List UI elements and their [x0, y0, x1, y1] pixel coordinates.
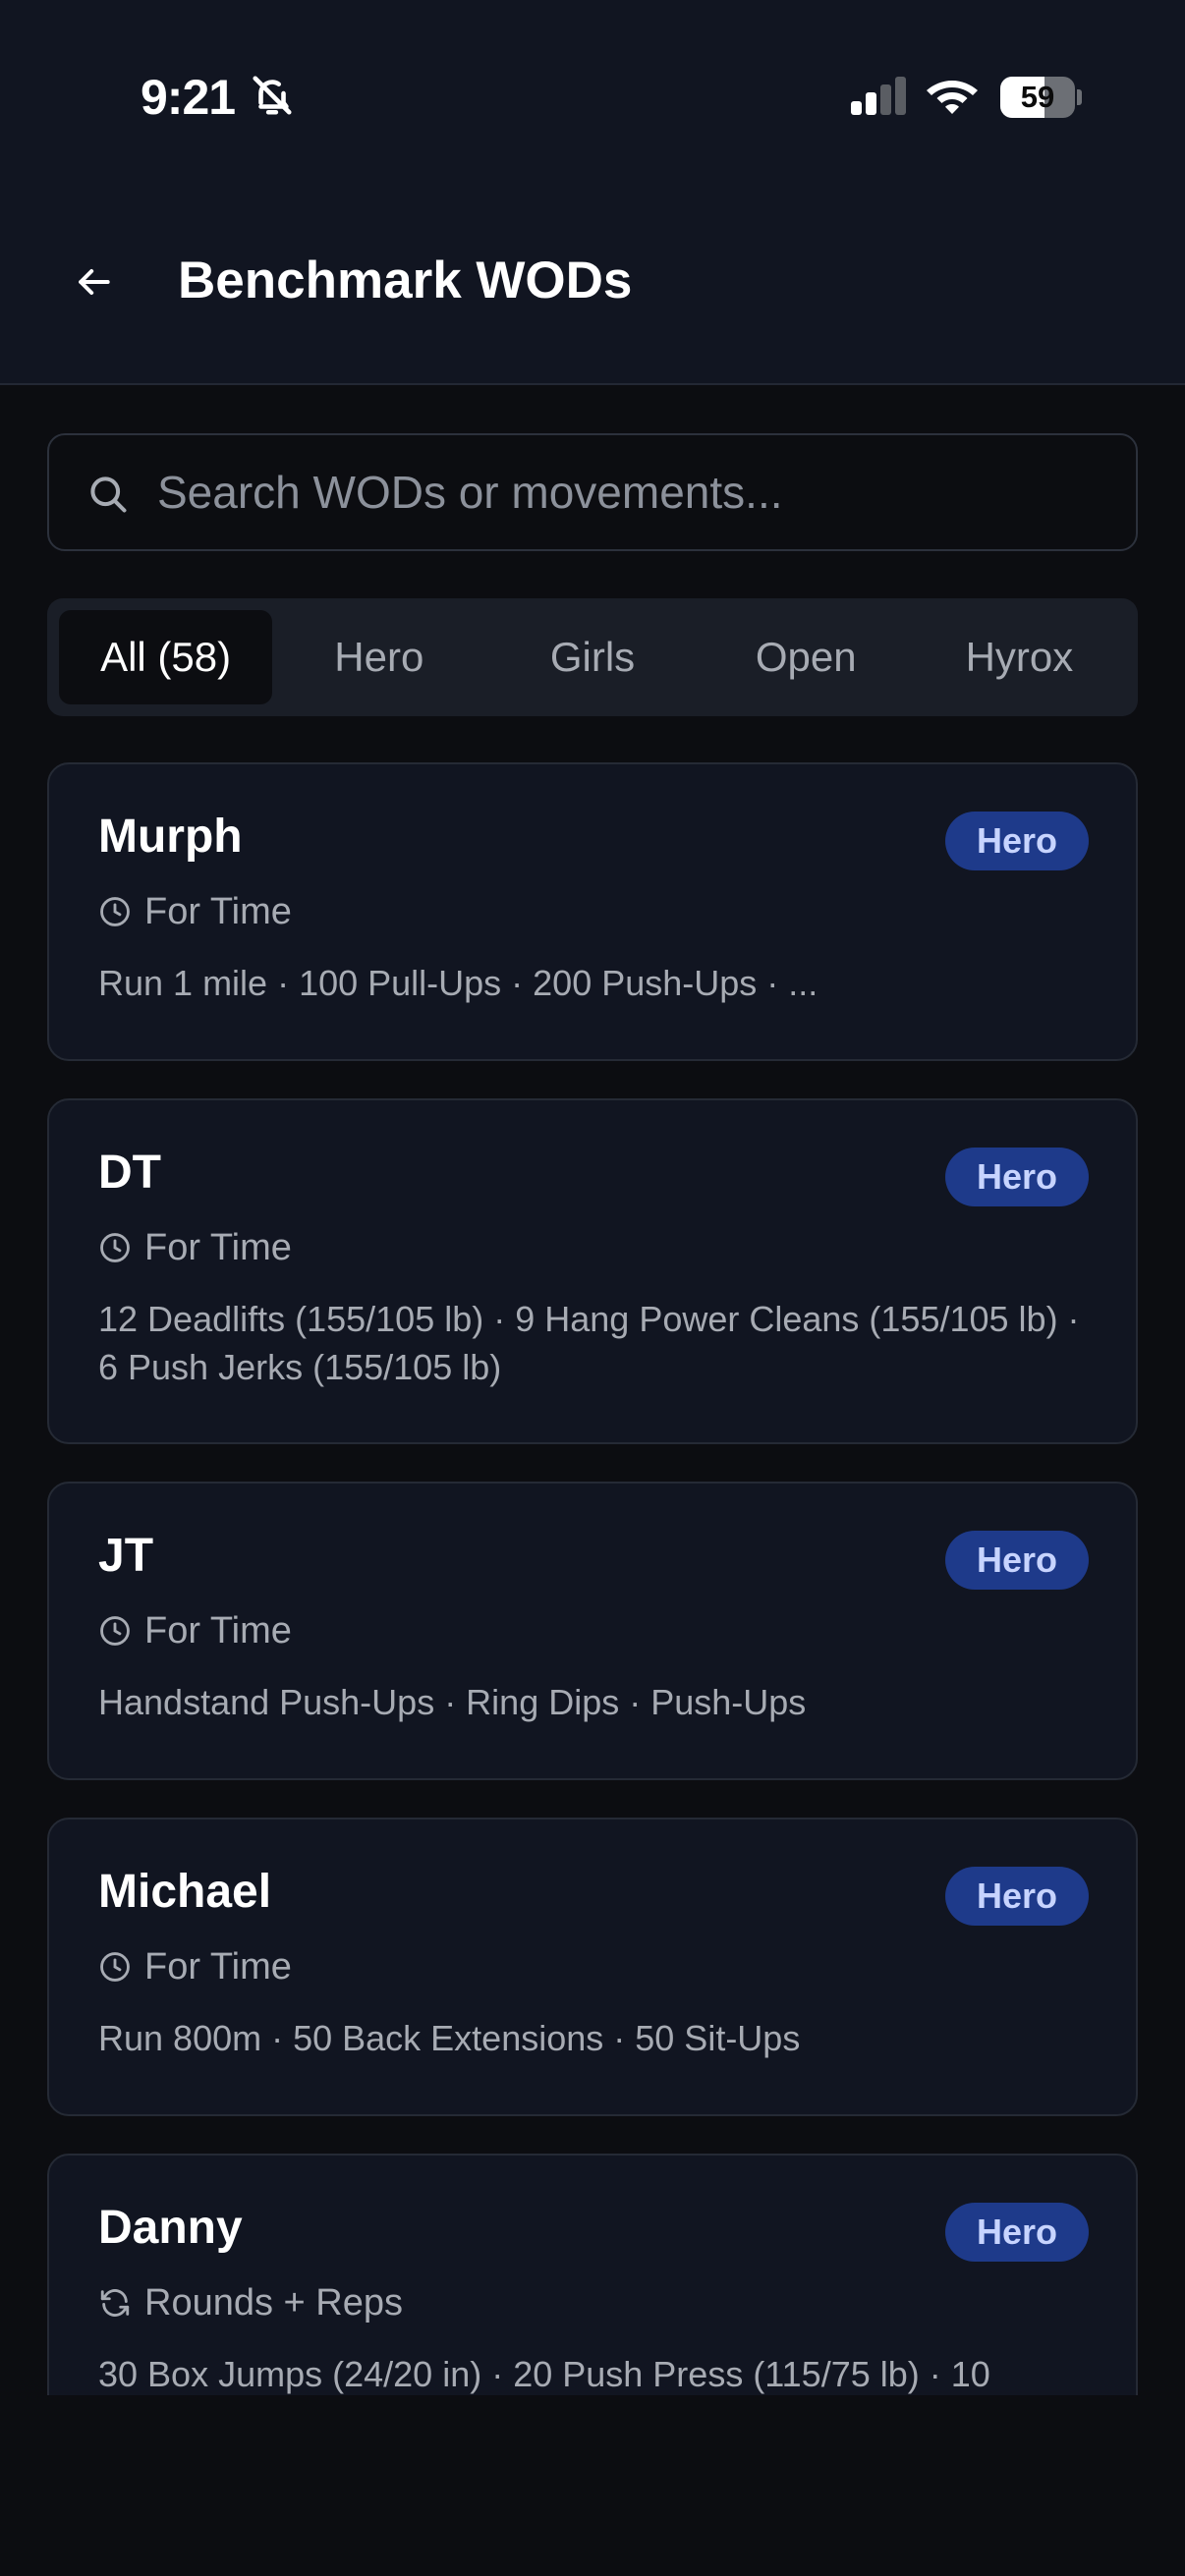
wod-name: DT [98, 1147, 161, 1199]
wod-name: Murph [98, 811, 243, 863]
battery-icon: 59 [1000, 77, 1082, 118]
category-badge: Hero [944, 1148, 1089, 1206]
tab-hyrox[interactable]: Hyrox [913, 610, 1126, 704]
app-screen: 9:21 59 Benchmark WODs Search WODs or mo… [0, 0, 1185, 2576]
clock-icon [100, 1952, 130, 1982]
wod-movements: Run 800m · 50 Back Extensions · 50 Sit-U… [98, 2018, 801, 2058]
wifi-icon [927, 81, 978, 114]
tab-all[interactable]: All (58) [59, 610, 273, 704]
wod-movements: Run 1 mile · 100 Pull-Ups · 200 Push-Ups… [98, 963, 818, 1003]
search-input[interactable] [157, 435, 1100, 549]
wod-type-label: For Time [144, 890, 292, 932]
tab-girls[interactable]: Girls [485, 610, 699, 704]
search-box [47, 433, 1138, 551]
category-badge: Hero [944, 1531, 1089, 1590]
status-time: 9:21 [141, 70, 236, 125]
wod-card-murph[interactable]: Murph Hero For Time Run 1 mile · 100 Pul… [47, 762, 1138, 1061]
top-bar: 9:21 59 Benchmark WODs [0, 0, 1185, 385]
wod-movements: 30 Box Jumps (24/20 in) · 20 Push Press … [98, 2354, 990, 2394]
category-badge: Hero [944, 812, 1089, 870]
bell-slash-icon [253, 76, 292, 115]
wod-name: Michael [98, 1866, 272, 1918]
wod-card-danny[interactable]: Danny Hero Rounds + Reps 30 Box Jumps (2… [47, 2154, 1138, 2395]
tab-hero[interactable]: Hero [272, 610, 485, 704]
back-button[interactable] [59, 248, 128, 316]
wod-card-dt[interactable]: DT Hero For Time 12 Deadlifts (155/105 l… [47, 1098, 1138, 1444]
wod-movements: Handstand Push-Ups · Ring Dips · Push-Up… [98, 1682, 807, 1722]
category-badge: Hero [944, 1867, 1089, 1926]
category-tabs: All (58) Hero Girls Open Hyrox [47, 598, 1138, 716]
search-icon [90, 476, 127, 513]
wod-name: JT [98, 1530, 154, 1582]
wod-type: For Time [98, 1943, 292, 1990]
wod-type-label: For Time [144, 1609, 292, 1652]
wod-type: Rounds + Reps [98, 2279, 403, 2326]
wod-type: For Time [98, 1224, 292, 1271]
clock-icon [100, 897, 130, 926]
wod-name: Danny [98, 2202, 243, 2254]
category-badge: Hero [944, 2203, 1089, 2262]
wod-type-label: For Time [144, 1226, 292, 1268]
bottom-safe-area [0, 2395, 1185, 2576]
clock-icon [100, 1616, 130, 1646]
refresh-icon [100, 2289, 130, 2317]
battery-percent: 59 [1020, 80, 1055, 114]
clock-icon [100, 1233, 130, 1262]
tab-open[interactable]: Open [700, 610, 913, 704]
wod-type-label: For Time [144, 1945, 292, 1988]
wod-type-label: Rounds + Reps [144, 2281, 403, 2324]
wod-card-jt[interactable]: JT Hero For Time Handstand Push-Ups · Ri… [47, 1482, 1138, 1780]
page-title: Benchmark WODs [178, 252, 633, 309]
cellular-signal-icon [851, 77, 906, 115]
wod-type: For Time [98, 1607, 292, 1654]
wod-list[interactable]: Murph Hero For Time Run 1 mile · 100 Pul… [0, 762, 1185, 2395]
wod-type: For Time [98, 888, 292, 935]
arrow-left-icon [79, 268, 110, 296]
wod-movements: 12 Deadlifts (155/105 lb) · 9 Hang Power… [98, 1299, 1080, 1387]
wod-card-michael[interactable]: Michael Hero For Time Run 800m · 50 Back… [47, 1818, 1138, 2116]
